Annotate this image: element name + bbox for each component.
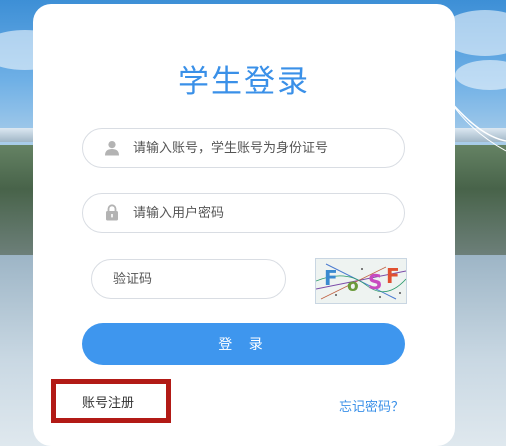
forgot-password-link[interactable]: 忘记密码？ <box>339 396 404 415</box>
username-field-wrapper <box>82 128 405 168</box>
captcha-input[interactable] <box>113 260 273 298</box>
captcha-field-wrapper <box>91 259 286 299</box>
captcha-char: F <box>386 264 400 288</box>
user-icon <box>104 140 120 160</box>
captcha-char: F <box>324 266 338 290</box>
register-label: 账号注册 <box>82 395 135 411</box>
register-link[interactable]: 账号注册 <box>51 379 171 423</box>
page-title: 学生登录 <box>178 64 310 100</box>
username-input[interactable] <box>133 129 393 167</box>
captcha-char: S <box>368 270 382 294</box>
login-button[interactable]: 登 录 <box>82 323 405 365</box>
captcha-char: o <box>347 276 359 296</box>
captcha-image[interactable]: F o S F <box>315 258 407 304</box>
lock-icon <box>105 204 119 225</box>
login-card: 学生登录 F o S <box>33 4 455 446</box>
password-input[interactable] <box>133 194 393 232</box>
password-field-wrapper <box>82 193 405 233</box>
